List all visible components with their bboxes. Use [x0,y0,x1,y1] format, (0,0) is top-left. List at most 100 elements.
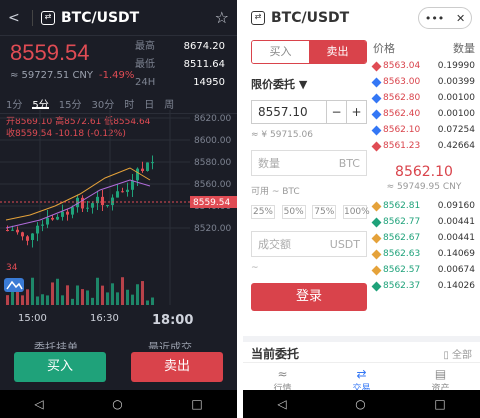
order-type-select[interactable]: 限价委托 ▼ [251,76,367,92]
pct-25-button[interactable]: 25% [251,205,275,219]
tab-15m[interactable]: 15分 [59,96,82,111]
nav-home-icon[interactable]: ○ [112,397,122,411]
plus-button[interactable]: + [346,101,366,123]
volume-bar [21,295,24,305]
tab-assets[interactable]: ▤ 资产 [431,363,449,394]
volume-bar [56,278,59,305]
ask-row[interactable]: 8562.10 0.07254 [371,122,475,138]
tab-open-orders[interactable]: 委托挂单 [34,339,78,349]
bid-row[interactable]: 8562.77 0.00441 [371,214,475,230]
pct-75-button[interactable]: 75% [312,205,337,219]
nav-home-icon[interactable]: ○ [355,397,365,411]
volume-bar [61,295,64,305]
buy-button[interactable]: 买入 [14,352,106,382]
volume-bar [41,294,44,305]
assets-icon: ▤ [434,367,447,381]
order-price: 8562.63 [371,246,420,262]
tab-trade[interactable]: ⇄ 交易 [352,363,370,394]
order-quantity: 0.42664 [437,141,475,151]
candlestick-chart[interactable]: 8620.008600.008580.008560.008540.008520.… [0,110,237,318]
trade-screen: ⇄ BTC/USDT -1.49% ••• ✕ 买入 卖出 限价委托 ▼ 855… [243,0,480,418]
swap-icon[interactable]: ⇄ [41,10,55,25]
candle-body [71,207,74,215]
buy-tab[interactable]: 买入 [252,41,309,63]
pair-title[interactable]: BTC/USDT [61,10,215,26]
candle-body [151,162,154,164]
ask-row[interactable]: 8563.00 0.00399 [371,74,475,90]
bid-row[interactable]: 8562.81 0.09160 [371,198,475,214]
ask-row[interactable]: 8563.04 0.19990 [371,58,475,74]
mid-price-value: 8562.10 [395,164,453,180]
sell-button[interactable]: 卖出 [131,352,223,382]
candle-body [136,168,139,181]
price-text: 8562.57 [383,265,421,275]
system-nav-bar: ◁ ○ □ [243,390,480,418]
order-quantity: 0.00399 [437,77,475,87]
candle-body [101,196,104,206]
login-button[interactable]: 登录 [251,283,367,311]
exchange-icon [371,141,382,151]
swap-icon[interactable]: ⇄ [251,11,265,25]
more-icon[interactable]: ••• [425,12,444,25]
tab-1m[interactable]: 1分 [6,96,22,111]
tab-hour[interactable]: 时 [124,96,134,111]
quantity-input[interactable]: 数量 BTC [251,150,367,176]
exchange-icon [371,249,382,259]
candle-body [126,189,129,192]
ask-row[interactable]: 8561.23 0.42664 [371,138,475,154]
price-field[interactable]: 8557.10 [252,105,326,119]
close-icon[interactable]: ✕ [456,12,465,25]
candle-body [146,162,149,171]
order-quantity: 0.00441 [437,217,475,227]
order-quantity: 0.00100 [437,93,475,103]
ask-row[interactable]: 8562.80 0.00100 [371,90,475,106]
bid-row[interactable]: 8562.63 0.14069 [371,246,475,262]
back-button[interactable]: < [8,10,24,26]
exchange-icon [371,233,382,243]
pct-50-button[interactable]: 50% [281,205,306,219]
y-tick-label: 8620.00 [194,114,231,124]
volume-bar [106,292,109,305]
all-orders-link[interactable]: ▯ 全部 [443,346,472,361]
ask-list: 8563.04 0.19990 8563.00 0.00399 8562.80 0.001… [371,58,475,154]
pct-100-button[interactable]: 100% [342,205,370,219]
change-pct: -1.49% [367,11,410,25]
candle-body [11,229,14,231]
divider [32,9,33,26]
order-price: 8562.10 [371,122,420,138]
order-price: 8561.23 [371,138,420,154]
tab-market[interactable]: ≈ 行情 [273,363,291,394]
nav-recent-icon[interactable]: □ [191,397,202,411]
quantity-header: 数量 [453,42,475,55]
volume-label: 34 [6,263,18,273]
exchange-icon [371,265,382,275]
tab-5m[interactable]: 5分 [32,96,49,111]
minus-button[interactable]: − [326,101,346,123]
nav-back-icon[interactable]: ◁ [34,397,43,411]
bid-row[interactable]: 8562.67 0.00441 [371,230,475,246]
order-quantity: 0.00100 [437,109,475,119]
bid-row[interactable]: 8562.37 0.14026 [371,278,475,294]
sell-tab[interactable]: 卖出 [309,41,366,63]
exchange-icon [371,93,382,103]
volume-bar [146,300,149,305]
tab-day[interactable]: 日 [144,96,154,111]
tab-week[interactable]: 周 [164,96,174,111]
nav-recent-icon[interactable]: □ [434,397,445,411]
pair-title[interactable]: BTC/USDT [271,10,368,26]
top-bar: ⇄ BTC/USDT -1.49% ••• ✕ [243,0,480,36]
amount-input[interactable]: 成交额 USDT [251,231,367,257]
favorite-icon[interactable]: ☆ [215,8,229,27]
order-price: 8563.04 [371,58,420,74]
candle-body [61,211,64,217]
candle-body [121,191,124,193]
nav-back-icon[interactable]: ◁ [277,397,286,411]
cny-price: ≈ 59727.51 CNY [10,70,94,81]
mid-price: 8562.10 ≈ 59749.95 CNY [373,154,475,198]
ask-row[interactable]: 8562.40 0.00100 [371,106,475,122]
tab-30m[interactable]: 30分 [91,96,114,111]
order-quantity: 0.00441 [437,233,475,243]
market-icon: ≈ [277,367,288,381]
bid-row[interactable]: 8562.57 0.00674 [371,262,475,278]
tab-recent-trades[interactable]: 最近成交 [148,339,192,349]
